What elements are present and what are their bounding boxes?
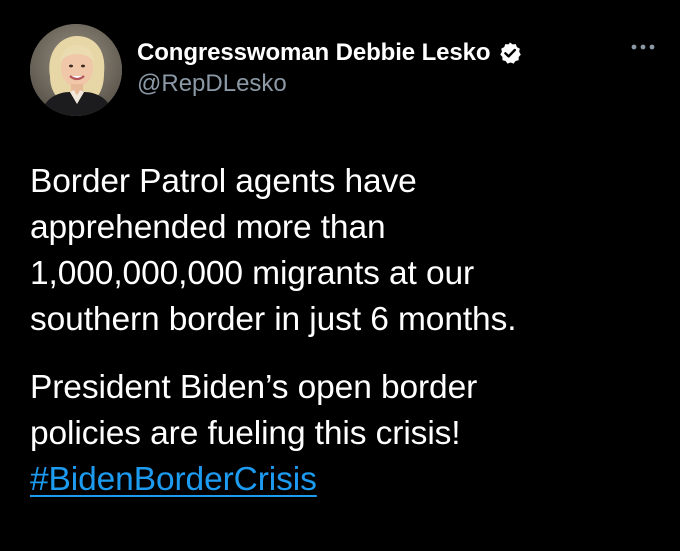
tweet-paragraph-2: President Biden’s open border policies a… — [30, 365, 660, 503]
verified-badge-icon — [498, 41, 522, 65]
tweet-line: southern border in just 6 months. — [30, 301, 517, 338]
tweet-line: Border Patrol agents have — [30, 163, 417, 200]
hashtag-link[interactable]: #BidenBorderCrisis — [30, 461, 317, 498]
tweet-line: apprehended more than — [30, 209, 386, 246]
tweet-line: President Biden’s open border — [30, 369, 478, 406]
author-display-name[interactable]: Congresswoman Debbie Lesko — [137, 39, 491, 67]
author-info[interactable]: Congresswoman Debbie Lesko @RepDLesko — [137, 38, 522, 98]
tweet-text: Border Patrol agents have apprehended mo… — [30, 159, 660, 503]
author-handle[interactable]: @RepDLesko — [137, 70, 522, 98]
more-options-button[interactable] — [628, 40, 658, 54]
ellipsis-icon — [631, 44, 655, 50]
tweet-line: policies are fueling this crisis! — [30, 415, 461, 452]
tweet-paragraph-1: Border Patrol agents have apprehended mo… — [30, 159, 660, 343]
profile-photo-icon — [30, 24, 122, 116]
tweet-card: Congresswoman Debbie Lesko @RepDLesko Bo… — [0, 0, 680, 551]
tweet-line: 1,000,000,000 migrants at our — [30, 255, 475, 292]
author-name-row: Congresswoman Debbie Lesko — [137, 38, 522, 68]
author-avatar[interactable] — [30, 24, 122, 116]
